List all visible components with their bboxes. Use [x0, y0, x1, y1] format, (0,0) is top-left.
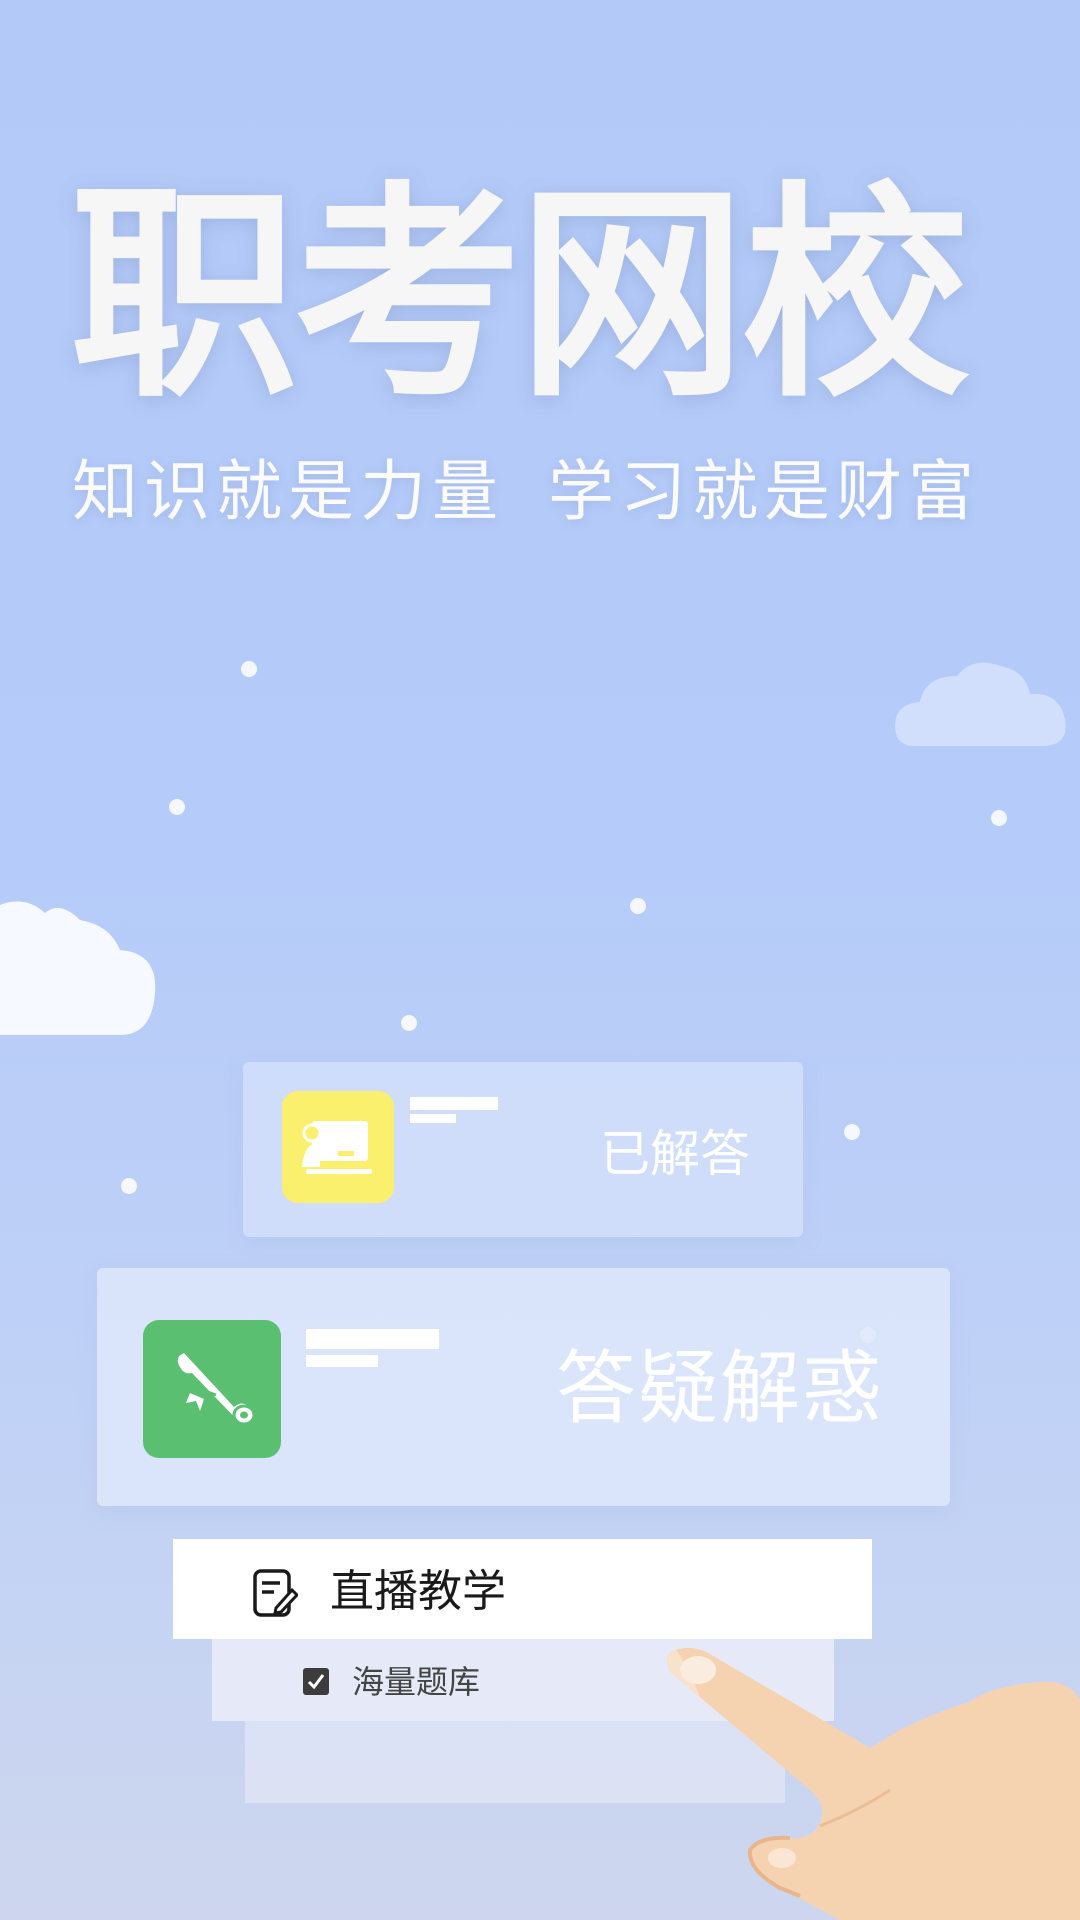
text-placeholder-bar	[410, 1097, 498, 1110]
question-bank-label: 海量题库	[352, 1663, 481, 1701]
cloud-decoration-right	[895, 662, 1066, 746]
cloud-decoration-left	[0, 901, 156, 1035]
checkbox-icon	[303, 1668, 329, 1695]
slogan-right: 学习就是财富	[548, 453, 980, 530]
star-dot	[401, 1015, 417, 1031]
star-dot	[991, 810, 1007, 826]
star-dot	[630, 898, 646, 914]
star-dot	[169, 799, 185, 815]
slogan-left: 知识就是力量	[72, 453, 504, 530]
qa-label: 答疑解惑	[556, 1342, 884, 1435]
text-placeholder-bar	[306, 1355, 378, 1367]
star-dot	[241, 661, 257, 677]
star-dot	[844, 1124, 860, 1140]
document-edit-icon	[253, 1569, 298, 1617]
app-title: 职考网校	[70, 162, 970, 428]
pointing-hand-illustration	[667, 1647, 1080, 1920]
text-placeholder-bar	[306, 1329, 439, 1349]
text-placeholder-bar	[410, 1114, 456, 1123]
teacher-board-icon	[282, 1091, 394, 1203]
live-teaching-label: 直播教学	[330, 1566, 506, 1617]
answered-label: 已解答	[600, 1125, 750, 1183]
diploma-scroll-icon	[143, 1320, 281, 1458]
star-dot	[121, 1178, 137, 1194]
slogan: 知识就是力量 学习就是财富	[72, 452, 1032, 532]
